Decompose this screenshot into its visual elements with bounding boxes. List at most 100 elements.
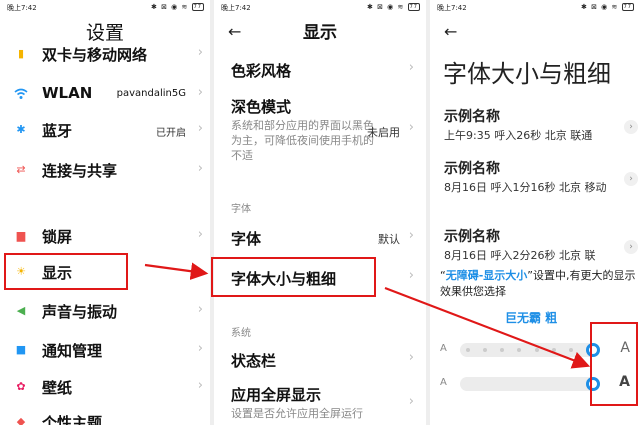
chevron-right-icon: › <box>408 268 414 283</box>
settings-item-sound[interactable]: ◀ 声音与振动 › <box>0 297 210 327</box>
settings-item-label: 声音与振动 <box>42 303 118 321</box>
wallpaper-icon: ✿ <box>16 380 26 393</box>
sample-meta: 8月16日 呼入1分16秒 北京 移动 <box>444 181 607 194</box>
settings-item-connection-share[interactable]: ⇄ 连接与共享 › <box>0 156 210 186</box>
battery-icon: 77 <box>191 3 204 11</box>
status-time: 晚上7:42 <box>221 4 251 12</box>
chevron-right-icon: › <box>197 85 203 100</box>
chevron-right-icon: › <box>624 240 638 254</box>
settings-item-label: 锁屏 <box>42 228 73 246</box>
sim-card-icon: ▮ <box>17 47 25 60</box>
theme-icon: ◆ <box>16 415 26 425</box>
sample-meta: 上午9:35 呼入26秒 北京 联通 <box>444 129 593 142</box>
slider-tick <box>568 348 573 352</box>
small-a-label: A <box>440 343 447 354</box>
settings-item-label: 蓝牙 <box>42 122 73 140</box>
slider-tick <box>534 348 539 352</box>
chevron-right-icon: › <box>197 161 203 176</box>
bluetooth-icon: ✱ <box>16 123 26 136</box>
chevron-right-icon: › <box>197 302 203 317</box>
highlight-box-slider-end <box>590 322 638 406</box>
font-row[interactable]: 字体 默认 › <box>214 226 426 252</box>
status-bar: 晚上7:42 ✱ ⊠ ◉ ≋ 77 <box>430 0 640 14</box>
slider-tick <box>466 348 470 352</box>
page-title: 显示 <box>303 23 337 43</box>
status-icons: ✱ ⊠ ◉ ≋ 77 <box>367 3 420 11</box>
chevron-right-icon: › <box>197 121 203 136</box>
settings-item-label: 双卡与移动网络 <box>42 46 148 64</box>
settings-item-label: 壁纸 <box>42 379 73 397</box>
fullscreen-desc: 设置是否允许应用全屏运行 <box>231 407 363 420</box>
chevron-right-icon: › <box>408 60 414 75</box>
slider-tick <box>551 348 556 352</box>
slider-tick <box>500 348 505 352</box>
fullscreen-row[interactable]: 应用全屏显示 设置是否允许应用全屏运行 › <box>214 384 426 425</box>
status-icons: ✱ ⊠ ◉ ≋ 77 <box>151 3 204 11</box>
font-value: 默认 <box>378 233 400 246</box>
settings-item-label: 个性主题 <box>42 414 103 425</box>
fullscreen-label: 应用全屏显示 <box>231 386 322 404</box>
chevron-right-icon: › <box>408 120 414 135</box>
status-bar: 晚上7:42 ✱ ⊠ ◉ ≋ 77 <box>0 0 210 14</box>
back-arrow-icon[interactable]: ← <box>444 22 457 41</box>
current-selection-note: 巨无霸 粗 <box>505 311 558 325</box>
accessibility-hint: “无障碍-显示大小”设置中,有更大的显示效果供您选择 <box>440 269 636 298</box>
settings-item-label: 通知管理 <box>42 342 103 360</box>
status-bar: 晚上7:42 ✱ ⊠ ◉ ≋ 77 <box>214 0 426 14</box>
slider-tick <box>483 348 488 352</box>
chevron-right-icon: › <box>624 120 638 134</box>
sample-call-item: 示例名称 上午9:35 呼入26秒 北京 联通 › <box>444 106 638 143</box>
connection-share-icon: ⇄ <box>16 163 26 176</box>
status-time: 晚上7:42 <box>7 4 37 12</box>
settings-panel: 晚上7:42 ✱ ⊠ ◉ ≋ 77 设置 ▮ 双卡与移动网络 › WLAN pa… <box>0 0 210 425</box>
status-bar-row[interactable]: 状态栏 › <box>214 348 426 374</box>
settings-item-wlan[interactable]: WLAN pavandalin5G › <box>0 80 210 110</box>
chevron-right-icon: › <box>197 227 203 242</box>
color-style-row[interactable]: 色彩风格 › <box>214 58 426 86</box>
small-a-label: A <box>440 377 447 388</box>
color-style-label: 色彩风格 <box>231 62 292 80</box>
highlight-box-font-size <box>211 257 376 297</box>
sound-icon: ◀ <box>16 304 26 317</box>
sample-call-item: 示例名称 8月16日 呼入2分26秒 北京 联 › <box>444 226 638 263</box>
status-time: 晚上7:42 <box>437 4 467 12</box>
dark-mode-value: 未启用 <box>367 126 400 139</box>
wlan-network-name: pavandalin5G <box>116 88 186 99</box>
status-bar-label: 状态栏 <box>231 352 277 370</box>
settings-item-label: WLAN <box>42 84 93 102</box>
settings-item-notifications[interactable]: ■ 通知管理 › <box>0 336 210 366</box>
font-label: 字体 <box>231 230 262 248</box>
settings-item-sim[interactable]: ▮ 双卡与移动网络 › <box>0 40 210 70</box>
chevron-right-icon: › <box>197 378 203 393</box>
chevron-right-icon: › <box>408 394 414 409</box>
battery-icon: 77 <box>407 3 420 11</box>
page-title: 字体大小与粗细 <box>443 60 611 88</box>
slider-track[interactable] <box>460 377 600 391</box>
sample-name: 示例名称 <box>444 109 500 125</box>
dark-mode-label: 深色模式 <box>231 98 292 116</box>
slider-tick <box>517 348 522 352</box>
chevron-right-icon: › <box>408 228 414 243</box>
display-panel: 晚上7:42 ✱ ⊠ ◉ ≋ 77 ← 显示 色彩风格 › 深色模式 系统和部分… <box>214 0 426 425</box>
lock-screen-icon: ▆ <box>16 229 26 242</box>
settings-item-lock-screen[interactable]: ▆ 锁屏 › <box>0 222 210 252</box>
accessibility-display-size-link[interactable]: 无障碍-显示大小 <box>446 269 528 282</box>
bluetooth-status: 已开启 <box>156 128 186 139</box>
battery-icon: 77 <box>621 3 634 11</box>
settings-item-label: 连接与共享 <box>42 162 118 180</box>
sample-name: 示例名称 <box>444 229 500 245</box>
slider-track[interactable] <box>460 343 600 357</box>
status-icons: ✱ ⊠ ◉ ≋ 77 <box>581 3 634 11</box>
chevron-right-icon: › <box>197 45 203 60</box>
dark-mode-row[interactable]: 深色模式 系统和部分应用的界面以黑色为主，可降低夜间使用手机的不适 未启用 › <box>214 96 426 166</box>
sample-name: 示例名称 <box>444 161 500 177</box>
section-font: 字体 <box>231 204 251 215</box>
settings-item-bluetooth[interactable]: ✱ 蓝牙 已开启 › <box>0 116 210 146</box>
chevron-right-icon: › <box>197 341 203 356</box>
settings-item-wallpaper[interactable]: ✿ 壁纸 › <box>0 373 210 403</box>
sample-call-item: 示例名称 8月16日 呼入1分16秒 北京 移动 › <box>444 158 638 195</box>
settings-item-theme[interactable]: ◆ 个性主题 <box>0 408 210 425</box>
chevron-right-icon: › <box>408 350 414 365</box>
highlight-box-display <box>4 253 128 290</box>
sample-meta: 8月16日 呼入2分26秒 北京 联 <box>444 249 596 262</box>
